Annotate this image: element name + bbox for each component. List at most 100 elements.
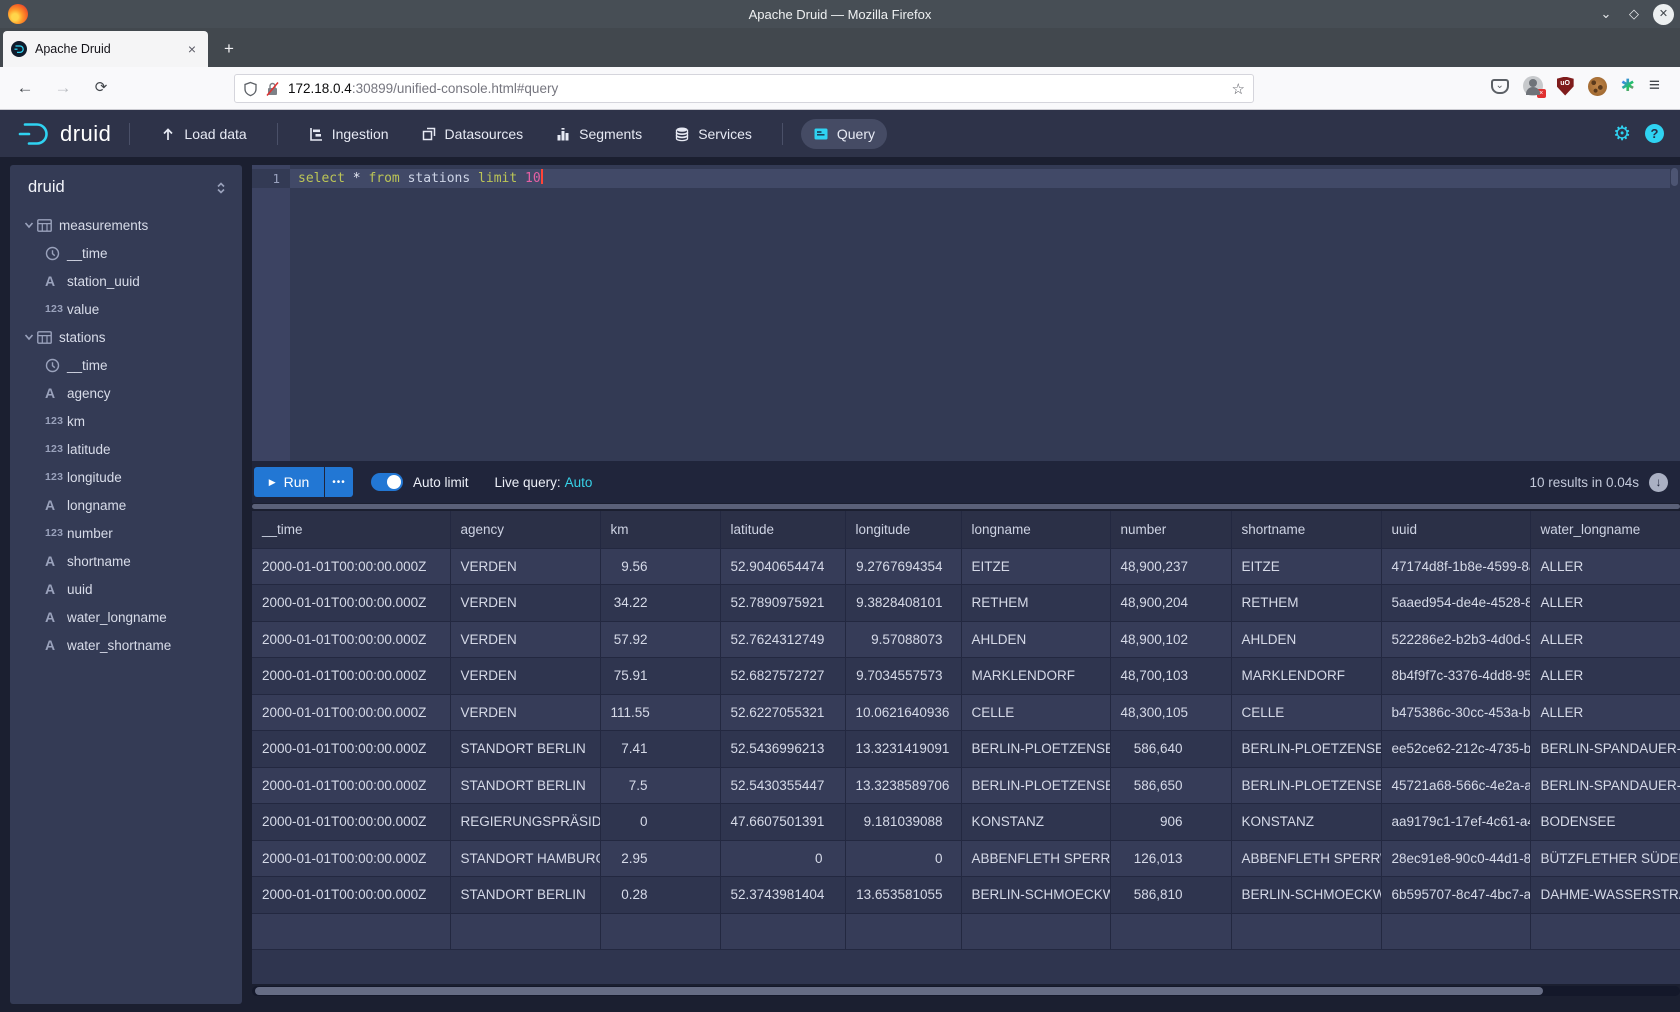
cell-longname[interactable]: BERLIN-SCHMOECKWITZ <box>961 877 1110 914</box>
cell-shortname[interactable]: ABBENFLETH SPERRWEI <box>1231 840 1381 877</box>
schema-table-measurements[interactable]: measurements <box>10 211 242 239</box>
cell-agency[interactable]: STANDORT BERLIN <box>450 877 600 914</box>
window-minimize-icon[interactable]: ⌄ <box>1597 6 1615 22</box>
query-text[interactable]: select * from stations limit 10 <box>298 169 543 188</box>
cell-latitude[interactable]: 52.6827572727 <box>720 658 845 695</box>
cell-uuid[interactable]: b475386c-30cc-453a-b3 <box>1381 694 1530 731</box>
window-maximize-icon[interactable]: ◇ <box>1625 6 1643 22</box>
live-query-value[interactable]: Auto <box>565 475 593 490</box>
url-bar[interactable]: 172.18.0.4:30899/unified-console.html#qu… <box>234 74 1254 103</box>
cell-shortname[interactable]: BERLIN-PLOETZENSEE C <box>1231 731 1381 768</box>
column-header-km[interactable]: km <box>600 511 720 548</box>
cell-shortname[interactable]: MARKLENDORF <box>1231 658 1381 695</box>
cell-agency[interactable]: STANDORT HAMBURG <box>450 840 600 877</box>
browser-tab[interactable]: Apache Druid × <box>3 31 208 67</box>
column-header-water-longname[interactable]: water_longname <box>1530 511 1680 548</box>
druid-logo[interactable]: druid <box>18 120 111 148</box>
nav-datasources[interactable]: Datasources <box>409 119 536 149</box>
schema-column-water-longname[interactable]: Awater_longname <box>10 603 242 631</box>
cell-latitude[interactable]: 47.6607501391 <box>720 804 845 841</box>
cell---time[interactable]: 2000-01-01T00:00:00.000Z <box>252 731 450 768</box>
new-tab-button[interactable]: + <box>216 36 242 62</box>
cell-latitude[interactable]: 52.6227055321 <box>720 694 845 731</box>
cookie-extension-icon[interactable] <box>1588 77 1607 96</box>
column-header-latitude[interactable]: latitude <box>720 511 845 548</box>
cell-longname[interactable]: EITZE <box>961 548 1110 585</box>
cell-agency[interactable]: VERDEN <box>450 548 600 585</box>
nav-segments[interactable]: Segments <box>543 119 654 149</box>
nav-ingestion[interactable]: Ingestion <box>296 119 401 149</box>
cell-latitude[interactable]: 0 <box>720 840 845 877</box>
cell-km[interactable]: 0 <box>600 804 720 841</box>
sql-editor[interactable]: 1 select * from stations limit 10 <box>252 165 1680 461</box>
cell-shortname[interactable]: AHLDEN <box>1231 621 1381 658</box>
cell-uuid[interactable]: 8b4f9f7c-3376-4dd8-95c <box>1381 658 1530 695</box>
cell-longitude[interactable]: 9.2767694354 <box>845 548 961 585</box>
window-close-icon[interactable]: ✕ <box>1653 4 1674 25</box>
cell---time[interactable]: 2000-01-01T00:00:00.000Z <box>252 804 450 841</box>
cell-number[interactable]: 48,900,237 <box>1110 548 1231 585</box>
cell---time[interactable]: 2000-01-01T00:00:00.000Z <box>252 585 450 622</box>
account-icon[interactable]: × <box>1523 76 1543 96</box>
cell-shortname[interactable]: CELLE <box>1231 694 1381 731</box>
schema-column-agency[interactable]: Aagency <box>10 379 242 407</box>
schema-name[interactable]: druid <box>28 178 65 197</box>
settings-gear-icon[interactable]: ⚙ <box>1613 121 1631 146</box>
cell-number[interactable]: 48,700,103 <box>1110 658 1231 695</box>
column-header-longname[interactable]: longname <box>961 511 1110 548</box>
cell-water-longname[interactable]: ALLER <box>1530 694 1680 731</box>
cell-shortname[interactable]: RETHEM <box>1231 585 1381 622</box>
cell---time[interactable]: 2000-01-01T00:00:00.000Z <box>252 658 450 695</box>
pane-splitter[interactable] <box>252 504 1680 509</box>
pocket-icon[interactable]: ⌄ <box>1491 79 1509 94</box>
cell-longitude[interactable]: 9.3828408101 <box>845 585 961 622</box>
cell---time[interactable]: 2000-01-01T00:00:00.000Z <box>252 621 450 658</box>
cell-longname[interactable]: MARKLENDORF <box>961 658 1110 695</box>
tab-close-icon[interactable]: × <box>184 41 200 57</box>
cell-longname[interactable]: KONSTANZ <box>961 804 1110 841</box>
cell-number[interactable]: 906 <box>1110 804 1231 841</box>
cell-number[interactable]: 48,900,204 <box>1110 585 1231 622</box>
schema-column-shortname[interactable]: Ashortname <box>10 547 242 575</box>
cell-km[interactable]: 111.55 <box>600 694 720 731</box>
cell-uuid[interactable]: 47174d8f-1b8e-4599-8a <box>1381 548 1530 585</box>
cell-water-longname[interactable]: BODENSEE <box>1530 804 1680 841</box>
cell-agency[interactable]: VERDEN <box>450 694 600 731</box>
cell---time[interactable]: 2000-01-01T00:00:00.000Z <box>252 840 450 877</box>
cell-agency[interactable]: VERDEN <box>450 658 600 695</box>
tracking-shield-icon[interactable] <box>243 81 258 97</box>
cell-uuid[interactable]: 45721a68-566c-4e2a-a6 <box>1381 767 1530 804</box>
cell-agency[interactable]: VERDEN <box>450 621 600 658</box>
cell-agency[interactable]: VERDEN <box>450 585 600 622</box>
cell-km[interactable]: 0.28 <box>600 877 720 914</box>
cell-km[interactable]: 9.56 <box>600 548 720 585</box>
cell-longitude[interactable]: 13.3231419091 <box>845 731 961 768</box>
schema-column---time[interactable]: __time <box>10 239 242 267</box>
sort-icon[interactable] <box>214 181 228 195</box>
cell---time[interactable]: 2000-01-01T00:00:00.000Z <box>252 767 450 804</box>
schema-column-longitude[interactable]: 123longitude <box>10 463 242 491</box>
cell-longname[interactable]: ABBENFLETH SPERRWEI <box>961 840 1110 877</box>
cell-uuid[interactable]: 522286e2-b2b3-4d0d-9a <box>1381 621 1530 658</box>
column-header-number[interactable]: number <box>1110 511 1231 548</box>
cell-water-longname[interactable]: ALLER <box>1530 585 1680 622</box>
cell---time[interactable]: 2000-01-01T00:00:00.000Z <box>252 694 450 731</box>
nav-load-data[interactable]: Load data <box>148 119 258 149</box>
menu-icon[interactable]: ≡ <box>1649 75 1660 97</box>
cell-latitude[interactable]: 52.9040654474 <box>720 548 845 585</box>
cell-agency[interactable]: REGIERUNGSPRÄSIDIUM <box>450 804 600 841</box>
cell-km[interactable]: 2.95 <box>600 840 720 877</box>
schema-column-value[interactable]: 123value <box>10 295 242 323</box>
cell-water-longname[interactable]: ALLER <box>1530 621 1680 658</box>
cell-uuid[interactable]: ee52ce62-212c-4735-b4 <box>1381 731 1530 768</box>
cell-longname[interactable]: RETHEM <box>961 585 1110 622</box>
cell-water-longname[interactable]: ALLER <box>1530 658 1680 695</box>
cell-number[interactable]: 586,810 <box>1110 877 1231 914</box>
cell-km[interactable]: 7.5 <box>600 767 720 804</box>
cell-number[interactable]: 586,640 <box>1110 731 1231 768</box>
cell-longitude[interactable]: 10.0621640936 <box>845 694 961 731</box>
schema-column-uuid[interactable]: Auuid <box>10 575 242 603</box>
cell---time[interactable]: 2000-01-01T00:00:00.000Z <box>252 548 450 585</box>
schema-column-station-uuid[interactable]: Astation_uuid <box>10 267 242 295</box>
cell-water-longname[interactable]: DAHME-WASSERSTRAS <box>1530 877 1680 914</box>
